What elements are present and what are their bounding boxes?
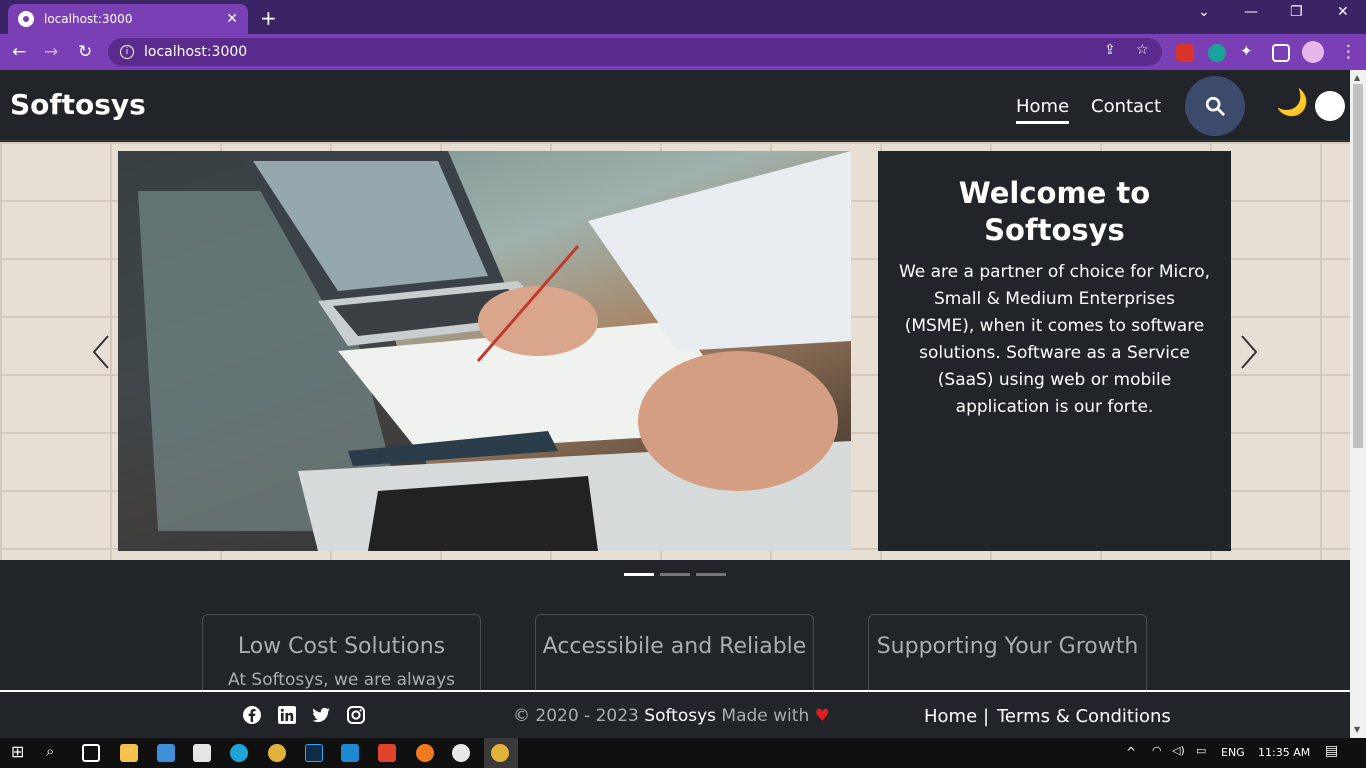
made-with-text: Made with <box>721 706 810 726</box>
site-info-icon[interactable]: i <box>120 45 134 59</box>
site-brand[interactable]: Softosys <box>10 88 146 121</box>
minimize-icon[interactable]: — <box>1244 4 1258 20</box>
store-icon[interactable] <box>193 744 211 762</box>
carousel-indicator[interactable] <box>696 573 726 576</box>
hero-caption-card: Welcome to Softosys We are a partner of … <box>878 151 1231 551</box>
carousel-indicator[interactable] <box>660 573 690 576</box>
carousel-indicators <box>624 573 726 576</box>
tray-chevron-icon[interactable]: ^ <box>1126 745 1136 759</box>
facebook-icon[interactable] <box>242 705 262 725</box>
theme-toggle[interactable] <box>1315 91 1345 121</box>
footer-brand: Softosys <box>644 706 716 726</box>
mail-icon[interactable] <box>157 744 175 762</box>
carousel-indicator[interactable] <box>624 573 654 576</box>
taskbar-clock[interactable]: 11:35 AM <box>1258 746 1310 759</box>
task-view-icon[interactable] <box>82 744 100 762</box>
feature-title: Accessibile and Reliable <box>542 634 807 659</box>
browser-toolbar: ← → ↻ i localhost:3000 ⇪ ☆ ✦ ⋮ <box>0 34 1366 70</box>
feature-title: Supporting Your Growth <box>876 634 1139 659</box>
chrome-icon[interactable] <box>268 744 286 762</box>
wifi-icon[interactable]: ◠ <box>1152 744 1162 757</box>
search-taskbar-icon[interactable]: ⌕ <box>46 742 64 760</box>
new-tab-icon[interactable]: + <box>260 6 277 30</box>
instagram-icon[interactable] <box>346 705 366 725</box>
slack-icon[interactable] <box>452 744 470 762</box>
copyright-years: © 2020 - 2023 <box>513 706 639 726</box>
web-page: Softosys Home Contact 🌙 Welcome to Softo… <box>0 70 1350 738</box>
profile-avatar[interactable] <box>1302 41 1324 63</box>
side-panel-icon[interactable] <box>1272 44 1290 62</box>
heart-icon: ♥ <box>814 706 830 726</box>
chrome-icon[interactable] <box>491 744 509 762</box>
hero-text: We are a partner of choice for Micro, Sm… <box>898 262 1211 417</box>
bookmark-star-icon[interactable]: ☆ <box>1136 42 1149 58</box>
restore-icon[interactable]: ❐ <box>1290 4 1303 20</box>
linkedin-icon[interactable] <box>277 705 297 725</box>
file-explorer-icon[interactable] <box>120 744 138 762</box>
footer-terms-link[interactable]: Terms & Conditions <box>997 706 1171 727</box>
extensions-puzzle-icon[interactable]: ✦ <box>1240 42 1258 60</box>
vscode-icon[interactable] <box>341 744 359 762</box>
copyright-text: © 2020 - 2023 Softosys Made with ♥ <box>513 706 830 726</box>
back-icon[interactable]: ← <box>12 42 26 62</box>
footer-separator: | <box>983 706 990 727</box>
browser-tab-strip: localhost:3000 ✕ + ⌄ — ❐ ✕ <box>0 0 1366 34</box>
battery-icon[interactable]: ▭ <box>1196 744 1206 757</box>
address-bar[interactable]: i localhost:3000 ⇪ ☆ <box>108 38 1162 66</box>
feature-title: Low Cost Solutions <box>237 634 446 659</box>
moon-icon[interactable]: 🌙 <box>1276 88 1308 118</box>
windows-start-icon[interactable]: ⊞ <box>11 742 29 761</box>
extension-icon[interactable] <box>1176 44 1194 62</box>
carousel-next-icon[interactable] <box>1234 332 1262 372</box>
office-icon[interactable] <box>378 744 396 762</box>
window-close-icon[interactable]: ✕ <box>1337 4 1349 20</box>
twitter-icon[interactable] <box>311 705 331 725</box>
carousel-prev-icon[interactable] <box>88 332 116 372</box>
scrollbar-thumb[interactable] <box>1353 84 1363 448</box>
os-taskbar: ⊞ ⌕ ^ ◠ ◁) ▭ ENG 11:35 AM ▤ <box>0 738 1366 768</box>
browser-menu-icon[interactable]: ⋮ <box>1340 42 1357 62</box>
firefox-icon[interactable] <box>416 744 434 762</box>
footer-home-link[interactable]: Home <box>924 706 977 727</box>
hero-carousel: Welcome to Softosys We are a partner of … <box>0 142 1350 560</box>
hero-image <box>118 151 851 551</box>
extension-icon[interactable] <box>1208 44 1226 62</box>
nav-home-link[interactable]: Home <box>1016 96 1070 124</box>
address-url: localhost:3000 <box>144 44 248 60</box>
search-icon <box>1205 96 1225 116</box>
tab-search-icon[interactable]: ⌄ <box>1198 4 1210 20</box>
volume-icon[interactable]: ◁) <box>1172 744 1185 757</box>
share-icon[interactable]: ⇪ <box>1104 42 1116 58</box>
photoshop-icon[interactable] <box>305 744 323 762</box>
language-indicator[interactable]: ENG <box>1221 746 1245 759</box>
site-navbar: Softosys Home Contact 🌙 <box>0 70 1350 141</box>
scroll-up-icon[interactable]: ▲ <box>1354 73 1360 82</box>
nav-contact-link[interactable]: Contact <box>1091 96 1161 117</box>
scroll-down-icon[interactable]: ▼ <box>1354 725 1360 734</box>
browser-tab[interactable]: localhost:3000 ✕ <box>8 4 248 34</box>
forward-icon[interactable]: → <box>44 42 58 62</box>
page-scrollbar[interactable]: ▲ ▼ <box>1350 70 1366 738</box>
hero-title: Welcome to Softosys <box>958 176 1151 247</box>
tab-title: localhost:3000 <box>44 12 133 26</box>
edge-icon[interactable] <box>230 744 248 762</box>
feature-text: At Softosys, we are always <box>228 670 455 690</box>
site-footer: © 2020 - 2023 Softosys Made with ♥ Home … <box>0 690 1350 738</box>
notifications-icon[interactable]: ▤ <box>1325 743 1338 759</box>
tab-close-icon[interactable]: ✕ <box>226 11 238 27</box>
reload-icon[interactable]: ↻ <box>78 42 92 62</box>
search-button[interactable] <box>1185 76 1245 136</box>
tab-favicon-icon <box>18 11 34 27</box>
